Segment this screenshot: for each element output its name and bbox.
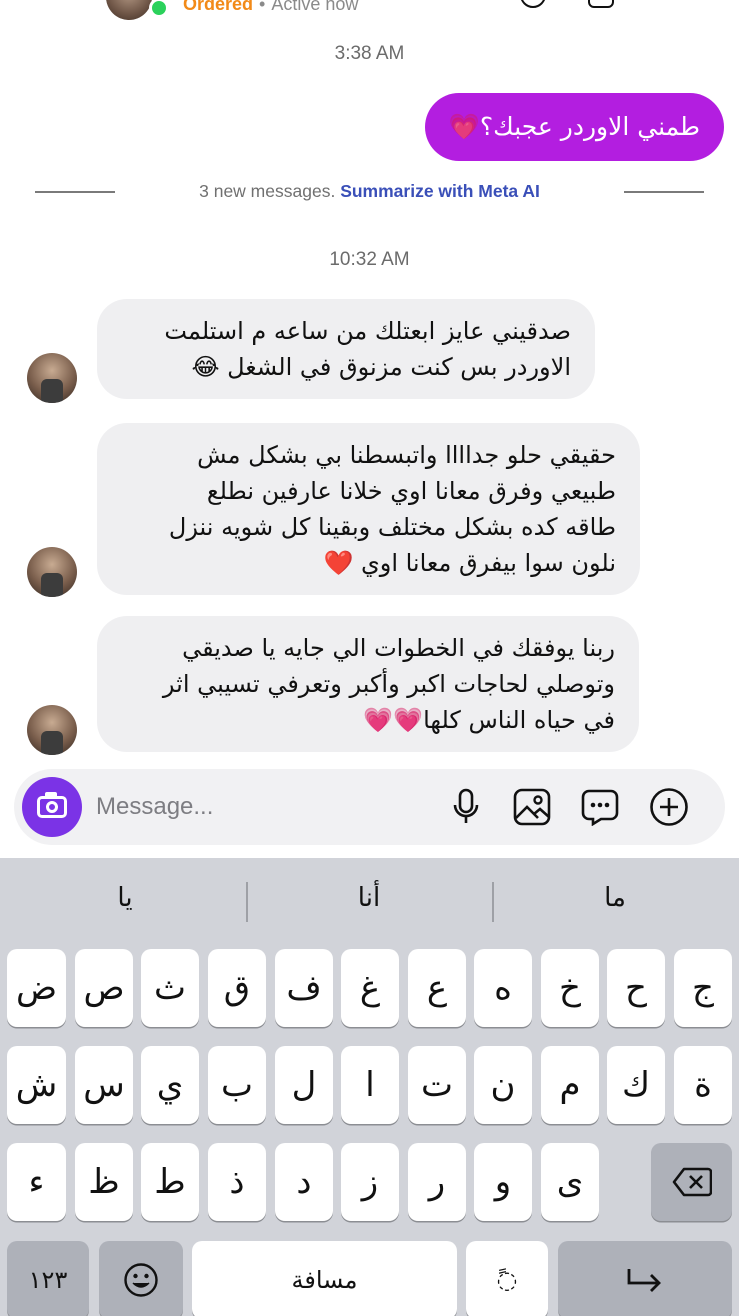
message-line: وتوصلي لحاجات اكبر وأكبر وتعرفي تسيبي اث… (162, 670, 615, 698)
key[interactable]: ق (208, 949, 266, 1027)
divider-line (624, 191, 704, 193)
flag-icon[interactable] (672, 0, 698, 8)
timestamp: 10:32 AM (329, 249, 410, 270)
key[interactable]: ط (141, 1143, 199, 1221)
key[interactable]: ي (141, 1046, 199, 1124)
message-line: نلون سوا بيفرق معانا اوي ❤️ (323, 549, 616, 577)
microphone-icon[interactable] (445, 786, 487, 828)
key[interactable]: ة (674, 1046, 732, 1124)
key[interactable]: ر (408, 1143, 466, 1221)
key[interactable]: ز (341, 1143, 399, 1221)
message-line: طبيعي وفرق معانا اوي خلانا عارفين نطلع (206, 477, 616, 505)
backspace-key[interactable] (651, 1143, 732, 1221)
return-arrow-icon (627, 1269, 661, 1292)
contact-avatar[interactable] (106, 0, 152, 20)
space-key[interactable]: مسافة (192, 1241, 457, 1316)
camera-icon (37, 792, 67, 818)
message-input[interactable] (96, 787, 426, 827)
key[interactable]: ع (408, 949, 466, 1027)
message-line: صدقيني عايز ابعتلك من ساعه م استلمت (164, 317, 571, 345)
suggestion-item[interactable]: يا (10, 883, 240, 913)
suggestion-item[interactable]: ما (500, 883, 730, 913)
key[interactable]: ء (7, 1143, 66, 1221)
key[interactable]: ض (7, 949, 66, 1027)
numbers-key[interactable]: ١٢٣ (7, 1241, 89, 1316)
key[interactable]: خ (541, 949, 599, 1027)
message-line: ربنا يوفقك في الخطوات الي جايه يا صديقي (182, 634, 615, 662)
video-call-icon[interactable] (588, 0, 614, 8)
diacritic-key[interactable]: ◌ً (466, 1241, 548, 1316)
gallery-icon[interactable] (511, 786, 553, 828)
key[interactable]: ل (275, 1046, 333, 1124)
key[interactable]: ى (541, 1143, 599, 1221)
suggestion-divider (246, 882, 248, 922)
key[interactable]: م (541, 1046, 599, 1124)
message-line: حقيقي حلو جداااا واتبسطنا بي بشكل مش (197, 441, 616, 469)
key[interactable]: ذ (208, 1143, 266, 1221)
timestamp: 3:38 AM (334, 43, 405, 64)
sender-avatar[interactable] (27, 353, 77, 403)
call-icon[interactable] (520, 0, 546, 8)
key[interactable]: ظ (75, 1143, 133, 1221)
message-composer (14, 769, 725, 845)
sent-message-bubble[interactable]: طمني الاوردر عجبك؟💗 (424, 93, 724, 161)
key[interactable]: ن (474, 1046, 532, 1124)
message-line: الاوردر بس كنت مزنوق في الشغل 😂 (191, 353, 571, 381)
backspace-icon (672, 1167, 712, 1197)
add-icon[interactable] (648, 786, 690, 828)
suggestion-divider (492, 882, 494, 922)
suggestion-item[interactable]: أنا (254, 883, 484, 913)
key[interactable]: ت (408, 1046, 466, 1124)
keyboard: يا أنا ما ض ص ث ق ف غ ع ه خ ح ج ش س ي ب … (0, 858, 739, 1316)
key[interactable]: ث (141, 949, 199, 1027)
key[interactable]: ح (607, 949, 665, 1027)
return-key[interactable] (558, 1241, 732, 1316)
key[interactable]: ج (674, 949, 732, 1027)
received-message-bubble[interactable]: ربنا يوفقك في الخطوات الي جايه يا صديقي … (97, 616, 639, 752)
key[interactable]: ف (275, 949, 333, 1027)
key[interactable]: ا (341, 1046, 399, 1124)
key[interactable]: ش (7, 1046, 66, 1124)
key[interactable]: س (75, 1046, 133, 1124)
emoji-key[interactable] (99, 1241, 183, 1316)
emoji-icon (124, 1263, 158, 1297)
contact-name: Ordered (183, 0, 254, 14)
online-indicator (149, 0, 169, 18)
key[interactable]: ب (208, 1046, 266, 1124)
presence-text: Active now (271, 0, 359, 14)
key[interactable]: ه (474, 949, 532, 1027)
contact-status[interactable]: Ordered • Active now (183, 0, 358, 15)
received-message-bubble[interactable]: صدقيني عايز ابعتلك من ساعه م استلمت الاو… (97, 299, 595, 399)
summarize-meta-ai-link[interactable]: Summarize with Meta AI (340, 181, 540, 201)
new-messages-divider: 3 new messages. Summarize with Meta AI (0, 180, 739, 204)
suggestion-bar: يا أنا ما (0, 858, 739, 946)
new-messages-text: 3 new messages. (199, 181, 336, 201)
sender-avatar[interactable] (27, 547, 77, 597)
key[interactable]: ص (75, 949, 133, 1027)
message-line: في حياه الناس كلها💗💗 (363, 706, 615, 734)
key[interactable]: و (474, 1143, 532, 1221)
key[interactable]: ك (607, 1046, 665, 1124)
message-line: طاقه كده بشكل مختلف وبقينا كل شويه ننزل (168, 513, 616, 541)
key[interactable]: د (275, 1143, 333, 1221)
key[interactable]: غ (341, 949, 399, 1027)
received-message-bubble[interactable]: حقيقي حلو جداااا واتبسطنا بي بشكل مش طبي… (97, 423, 640, 595)
camera-button[interactable] (22, 777, 82, 837)
sticker-icon[interactable] (579, 786, 621, 828)
chat-header: Ordered • Active now (0, 0, 739, 30)
sender-avatar[interactable] (27, 705, 77, 755)
